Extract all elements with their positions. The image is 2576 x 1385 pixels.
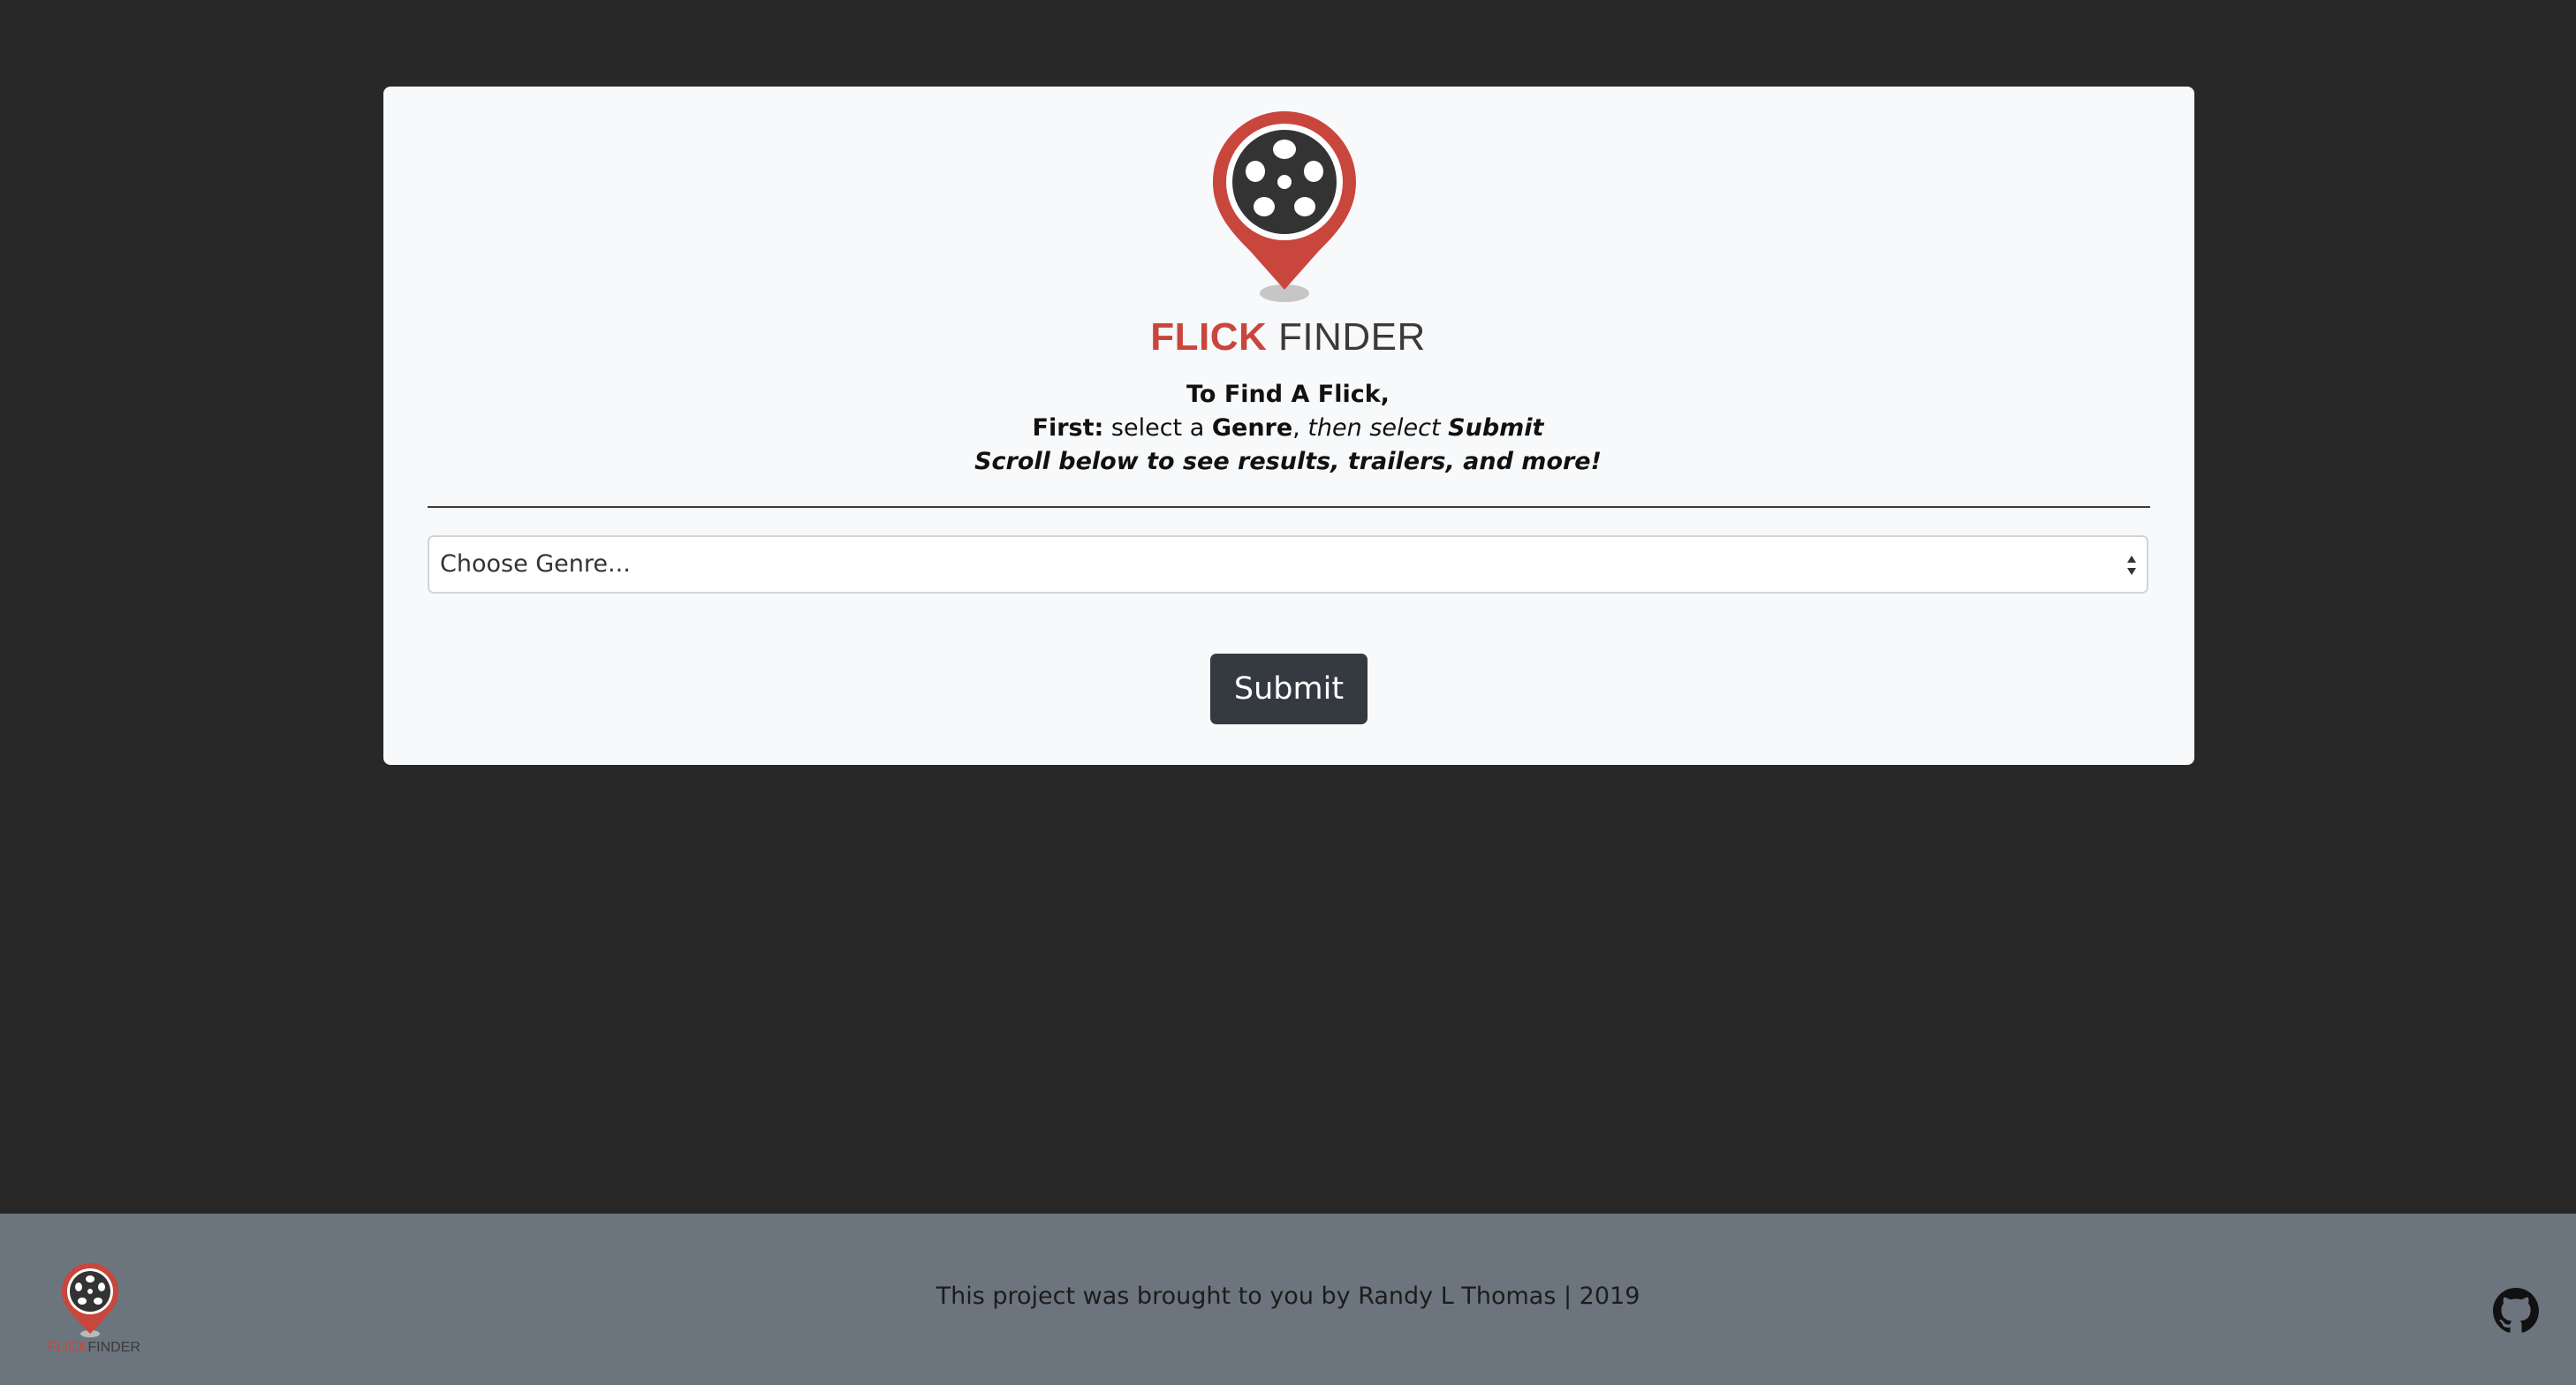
footer-credit-text: This project was brought to you by Randy… [936,1283,1640,1310]
footer-logo-flick: FLICK [48,1340,88,1355]
brand-title: FLICK FINDER [0,313,2576,362]
genre-select-value: Choose Genre... [440,550,631,578]
instructions: To Find A Flick, First: select a Genre, … [0,378,2576,479]
instructions-line-3: Scroll below to see results, trailers, a… [974,448,1602,475]
footer-logo-text: FLICKFINDER [48,1340,140,1355]
instructions-comma: , [1292,414,1300,442]
instructions-submit: Submit [1448,414,1544,442]
instructions-genre: Genre [1211,414,1293,442]
instructions-line-1: To Find A Flick, [1186,381,1390,408]
instructions-first: First: [1032,414,1104,442]
divider [428,506,2150,508]
instructions-then-select: then select [1299,414,1449,442]
footer-logo-finder: FINDER [87,1340,140,1355]
github-icon[interactable] [2493,1288,2539,1334]
brand-title-finder: FINDER [1277,315,1426,359]
flick-finder-logo-icon [1213,111,1356,302]
select-arrows-icon [2127,556,2136,575]
instructions-line-2: First: select a Genre, then select Submi… [0,412,2576,445]
genre-select[interactable]: Choose Genre... [428,535,2148,594]
submit-button[interactable]: Submit [1210,654,1368,724]
instructions-select-a: select a [1103,414,1212,442]
brand-title-flick: FLICK [1150,315,1268,359]
